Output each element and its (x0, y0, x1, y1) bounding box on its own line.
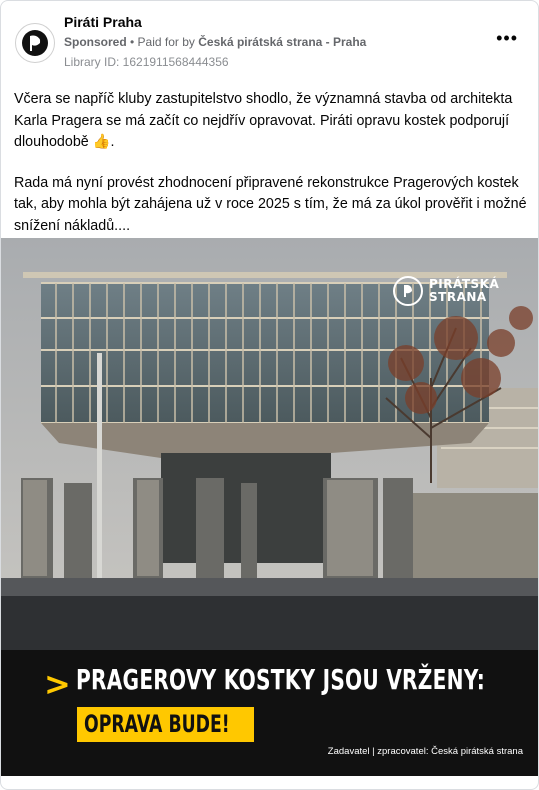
pirate-logo-icon (393, 276, 423, 306)
page-name[interactable]: Piráti Praha (64, 14, 142, 30)
meta-separator: • (126, 35, 138, 49)
sponsor-line: Sponsored • Paid for by Česká pirátská s… (64, 35, 366, 49)
logo-line-2: STRANA (429, 290, 487, 304)
post-text: Včera se napříč kluby zastupitelstvo sho… (14, 89, 529, 256)
sponsored-label: Sponsored (64, 35, 127, 49)
page-avatar[interactable] (15, 23, 55, 63)
library-id: Library ID: 1621911568444356 (64, 55, 229, 69)
paid-for-by: Česká pirátská strana - Praha (198, 35, 367, 49)
highlight-box: OPRAVA BUDE! (77, 707, 254, 742)
party-logo: PIRÁTSKÁ STRANA (393, 276, 499, 306)
pirate-flag-icon (22, 30, 48, 56)
ad-post-card: Piráti Praha Sponsored • Paid for by Čes… (0, 0, 539, 790)
headline-banner: > PRAGEROVY KOSTKY JSOU VRŽENY: OPRAVA B… (1, 650, 538, 776)
more-options-button[interactable]: ••• (496, 29, 518, 47)
post-header: Piráti Praha Sponsored • Paid for by Čes… (1, 1, 538, 79)
chevron-right-icon: > (44, 665, 71, 703)
post-paragraph: Rada má nyní provést zhodnocení připrave… (14, 174, 527, 234)
post-paragraph: Včera se napříč kluby zastupitelstvo sho… (14, 91, 513, 150)
highlight-text: OPRAVA BUDE! (84, 710, 230, 738)
ad-disclaimer: Zadavatel | zpracovatel: Česká pirátská … (327, 746, 523, 757)
headline: PRAGEROVY KOSTKY JSOU VRŽENY: (76, 663, 486, 696)
ad-image[interactable]: PIRÁTSKÁ STRANA > PRAGEROVY KOSTKY JSOU … (1, 238, 538, 776)
paid-for-prefix: Paid for by (137, 35, 199, 49)
